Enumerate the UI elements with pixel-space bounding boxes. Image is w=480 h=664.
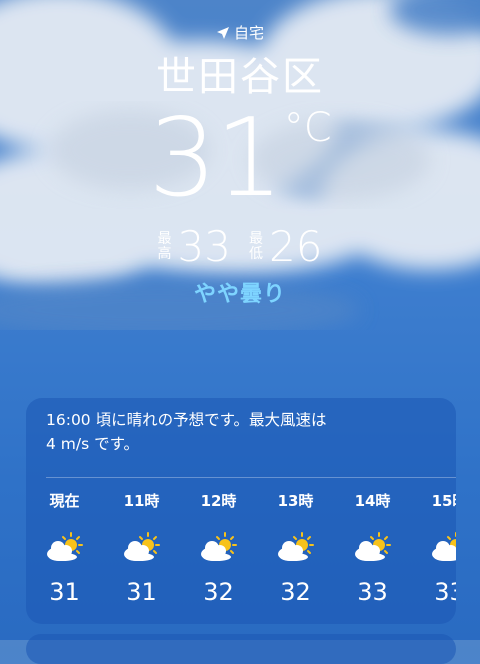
next-card-peek[interactable] [26,634,456,664]
temperature-unit: °C [283,105,332,151]
hour-label: 11時 [123,492,160,510]
city-name: 世田谷区 [156,54,324,100]
hourly-item: 15時 33 [411,490,456,606]
partly-cloudy-icon [431,532,456,561]
location-label: 自宅 [233,24,264,42]
hourly-item: 11時 31 [103,490,180,606]
current-weather-header: 自宅 世田谷区 31°C 最 高 33 最 低 26 やや曇り [0,0,480,310]
hourly-item: 14時 33 [334,490,411,606]
high-low-row: 最 高 33 最 低 26 [0,222,480,271]
hourly-item: 12時 32 [180,490,257,606]
forecast-summary: 16:00 頃に晴れの予想です。最大風速は 4 m/s です。 [46,411,327,453]
hour-label: 15時 [431,492,456,510]
hourly-item: 現在 31 [26,490,103,606]
low-value: 26 [269,222,323,271]
condition-text: やや曇り [193,282,286,307]
low-label: 最 低 [249,230,263,262]
hour-label: 現在 [49,492,80,510]
low-temperature: 最 低 26 [249,222,322,271]
hour-temperature: 33 [357,578,388,606]
hour-label: 14時 [354,492,391,510]
hour-label: 13時 [277,492,314,510]
hour-label: 12時 [200,492,237,510]
partly-cloudy-icon [46,532,83,561]
hour-temperature: 31 [126,578,157,606]
hourly-forecast-card[interactable]: 16:00 頃に晴れの予想です。最大風速は 4 m/s です。 現在 31 11時 3… [26,398,456,624]
hourly-item: 13時 32 [257,490,334,606]
location-arrow-icon [216,26,229,39]
high-temperature: 最 高 33 [158,222,231,271]
hour-temperature: 32 [280,578,311,606]
current-temperature: 31°C [0,96,480,221]
divider [46,477,456,478]
partly-cloudy-icon [354,532,391,561]
high-value: 33 [177,222,231,271]
partly-cloudy-icon [277,532,314,561]
partly-cloudy-icon [123,532,160,561]
location-row: 自宅 [0,22,480,43]
high-label: 最 高 [157,230,172,262]
partly-cloudy-icon [200,532,237,561]
hour-temperature: 31 [49,578,80,606]
hour-temperature: 32 [203,578,234,606]
hourly-list[interactable]: 現在 31 11時 31 12時 32 13時 32 14時 33 15時 33 [26,490,456,606]
temperature-value: 31 [148,96,283,221]
hour-temperature: 33 [434,578,456,606]
